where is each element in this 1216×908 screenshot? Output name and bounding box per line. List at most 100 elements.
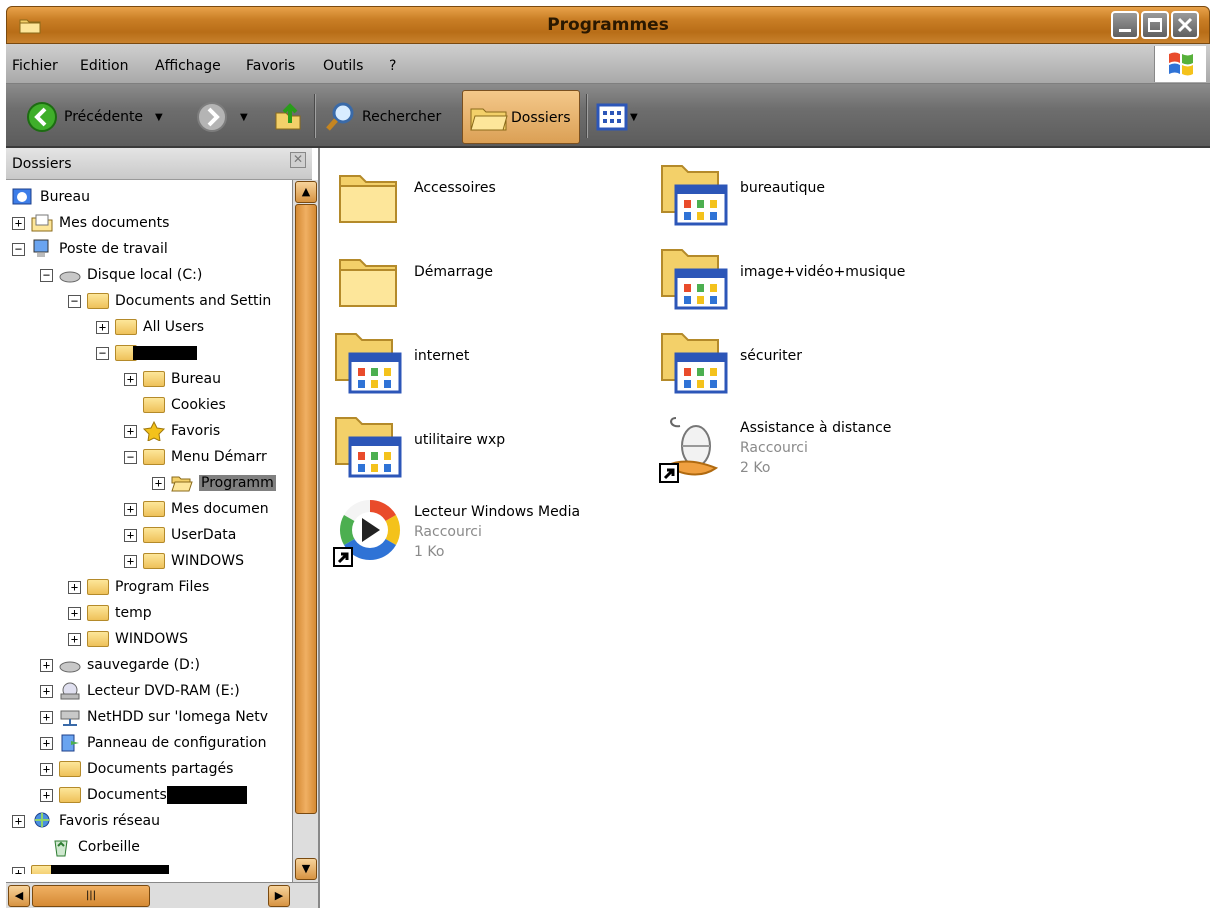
tree-item-programmes[interactable]: + Programm: [152, 470, 276, 496]
minimize-button[interactable]: [1111, 11, 1139, 39]
menu-favoris[interactable]: Favoris: [246, 58, 295, 74]
tree-item-windows-user[interactable]: + WINDOWS: [124, 548, 244, 574]
vertical-scrollbar[interactable]: ▲ ▼: [292, 180, 318, 882]
tree-item-bureau[interactable]: Bureau: [12, 184, 90, 210]
expand-icon[interactable]: +: [124, 372, 137, 386]
expand-icon[interactable]: +: [124, 554, 137, 568]
maximize-button[interactable]: [1141, 11, 1169, 39]
views-button[interactable]: ▼: [596, 98, 638, 136]
tree-item-corbeille[interactable]: Corbeille: [50, 834, 140, 860]
file-item-lecteur-windows-media[interactable]: Lecteur Windows Media Raccourci 1 Ko: [332, 496, 632, 576]
scroll-up-button[interactable]: ▲: [295, 181, 317, 203]
expand-icon[interactable]: +: [40, 658, 53, 672]
expand-icon[interactable]: +: [40, 710, 53, 724]
expand-icon[interactable]: +: [68, 632, 81, 646]
tree-label: Documents partagés: [87, 761, 234, 777]
collapse-icon[interactable]: −: [124, 450, 137, 464]
forward-dropdown-icon[interactable]: ▼: [240, 112, 248, 123]
tree-item-mes-documents[interactable]: + Mes documents: [12, 210, 169, 236]
expand-icon[interactable]: +: [68, 606, 81, 620]
expand-icon[interactable]: +: [40, 762, 53, 776]
tree-item-sauvegarde[interactable]: + sauvegarde (D:): [40, 652, 200, 678]
tree-item-cookies[interactable]: Cookies: [143, 392, 226, 418]
folders-icon: [470, 108, 508, 131]
folder-icon: [143, 553, 165, 569]
expand-icon[interactable]: +: [40, 684, 53, 698]
expand-icon[interactable]: +: [12, 814, 25, 828]
menu-outils[interactable]: Outils: [323, 58, 363, 74]
tree-item-userdata[interactable]: + UserData: [124, 522, 236, 548]
expand-icon[interactable]: +: [124, 424, 137, 438]
tree-item-documents-partages[interactable]: + Documents partagés: [40, 756, 233, 782]
drive-icon: [59, 271, 81, 283]
tree-item-favoris[interactable]: + Favoris: [124, 418, 220, 444]
back-dropdown-icon[interactable]: ▼: [155, 112, 163, 123]
horizontal-scrollbar[interactable]: ◀ ||| ▶: [6, 882, 318, 908]
collapse-icon[interactable]: −: [40, 268, 53, 282]
tree-item-bureau-user[interactable]: + Bureau: [124, 366, 221, 392]
up-folder-button[interactable]: [272, 98, 304, 136]
file-item-assistance-a-distance[interactable]: Assistance à distance Raccourci 2 Ko: [658, 412, 958, 492]
close-button[interactable]: [1171, 11, 1199, 39]
back-arrow-icon: [27, 102, 57, 132]
collapse-icon[interactable]: −: [12, 242, 25, 256]
tree-item-mes-documents-user[interactable]: + Mes documen: [124, 496, 269, 522]
expand-icon[interactable]: +: [96, 320, 109, 334]
folder-icon: [143, 449, 165, 465]
tree-item-user-profile[interactable]: −: [96, 340, 197, 366]
back-button[interactable]: Précédente ▼: [26, 98, 163, 136]
expand-icon[interactable]: +: [124, 528, 137, 542]
tree-item-windows[interactable]: + WINDOWS: [68, 626, 188, 652]
scroll-down-button[interactable]: ▼: [295, 858, 317, 880]
expand-icon[interactable]: +: [40, 736, 53, 750]
expand-icon[interactable]: +: [12, 866, 25, 874]
menu-affichage[interactable]: Affichage: [155, 58, 221, 74]
menu-help[interactable]: ?: [389, 58, 396, 74]
tree-item-disque-local[interactable]: − Disque local (C:): [40, 262, 202, 288]
file-item-accessoires[interactable]: Accessoires: [332, 160, 632, 240]
folder-pane-title: Dossiers: [12, 156, 72, 172]
expand-icon[interactable]: +: [152, 476, 165, 490]
tree-item-documents-and-settings[interactable]: − Documents and Settin: [68, 288, 271, 314]
file-item-utilitaire-wxp[interactable]: utilitaire wxp: [332, 412, 632, 492]
forward-button[interactable]: ▼: [196, 98, 248, 136]
expand-icon[interactable]: +: [124, 502, 137, 516]
expand-icon[interactable]: +: [12, 216, 25, 230]
menu-fichier[interactable]: Fichier: [12, 58, 58, 74]
collapse-icon[interactable]: −: [96, 346, 109, 360]
file-item-internet[interactable]: internet: [332, 328, 632, 408]
tree-item-all-users[interactable]: + All Users: [96, 314, 204, 340]
program-folder-icon: [661, 249, 728, 310]
file-item-demarrage[interactable]: Démarrage: [332, 244, 632, 324]
scroll-left-button[interactable]: ◀: [8, 885, 30, 907]
tree-item-poste-de-travail[interactable]: − Poste de travail: [12, 236, 168, 262]
folder-icon: [31, 865, 53, 874]
tree-item-documents-user[interactable]: + Documents: [40, 782, 247, 808]
collapse-icon[interactable]: −: [68, 294, 81, 308]
control-panel-icon: [61, 734, 79, 752]
file-item-bureautique[interactable]: bureautique: [658, 160, 958, 240]
file-item-image-video-musique[interactable]: image+vidéo+musique: [658, 244, 958, 324]
file-item-securiter[interactable]: sécuriter: [658, 328, 958, 408]
scroll-right-button[interactable]: ▶: [268, 885, 290, 907]
tree-item-dvd-ram[interactable]: + Lecteur DVD-RAM (E:): [40, 678, 240, 704]
search-button[interactable]: Rechercher: [324, 98, 441, 136]
folders-toggle-button[interactable]: Dossiers: [462, 90, 580, 144]
tree-item-temp[interactable]: + temp: [68, 600, 152, 626]
scroll-thumb-horizontal[interactable]: |||: [32, 885, 150, 907]
folder-icon: [115, 319, 137, 335]
tree-item-panneau-configuration[interactable]: + Panneau de configuration: [40, 730, 266, 756]
menu-edition[interactable]: Edition: [80, 58, 128, 74]
tree-label: Mes documen: [171, 501, 269, 517]
title-bar[interactable]: Programmes: [6, 6, 1210, 44]
tree-item-redacted-root[interactable]: +: [12, 860, 169, 874]
tree-item-favoris-reseau[interactable]: + Favoris réseau: [12, 808, 160, 834]
expand-icon[interactable]: +: [40, 788, 53, 802]
views-dropdown-icon[interactable]: ▼: [630, 112, 638, 123]
expand-icon[interactable]: +: [68, 580, 81, 594]
tree-item-nethdd[interactable]: + NetHDD sur 'Iomega Netv: [40, 704, 268, 730]
tree-item-program-files[interactable]: + Program Files: [68, 574, 209, 600]
close-pane-button[interactable]: ✕: [290, 152, 306, 168]
scroll-thumb[interactable]: [295, 204, 317, 814]
tree-item-menu-demarrer[interactable]: − Menu Démarr: [124, 444, 267, 470]
